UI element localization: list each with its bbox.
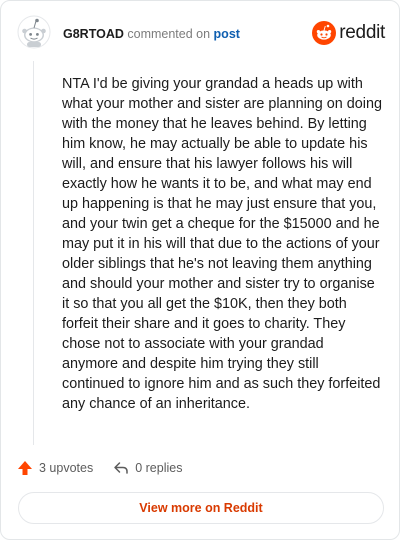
reddit-wordmark: reddit	[339, 22, 385, 43]
comment-card: G8RTOAD commented on post reddit NTA I'd…	[0, 0, 400, 540]
upvote-arrow-icon	[18, 461, 32, 475]
view-more-on-reddit-button[interactable]: View more on Reddit	[18, 492, 384, 524]
reply-button[interactable]: 0 replies	[113, 460, 182, 476]
snoo-avatar-icon	[17, 15, 51, 49]
comment-body: NTA I'd be giving your grandad a heads u…	[62, 76, 382, 412]
upvote-button[interactable]: 3 upvotes	[17, 460, 93, 476]
comment-header: G8RTOAD commented on post	[63, 27, 240, 41]
avatar[interactable]	[17, 15, 51, 49]
reddit-brand[interactable]: reddit	[312, 21, 385, 45]
upvote-count: 3 upvotes	[39, 461, 94, 475]
reply-count: 0 replies	[135, 461, 183, 475]
post-link[interactable]: post	[214, 27, 240, 41]
username[interactable]: G8RTOAD	[63, 27, 124, 41]
view-more-label: View more on Reddit	[139, 501, 263, 515]
reply-arrow-icon	[114, 462, 128, 474]
thread-line	[33, 61, 34, 445]
reddit-logo-icon	[312, 21, 337, 45]
action-text: commented on	[127, 27, 211, 41]
comment-actions: 3 upvotes 0 replies	[17, 459, 182, 477]
